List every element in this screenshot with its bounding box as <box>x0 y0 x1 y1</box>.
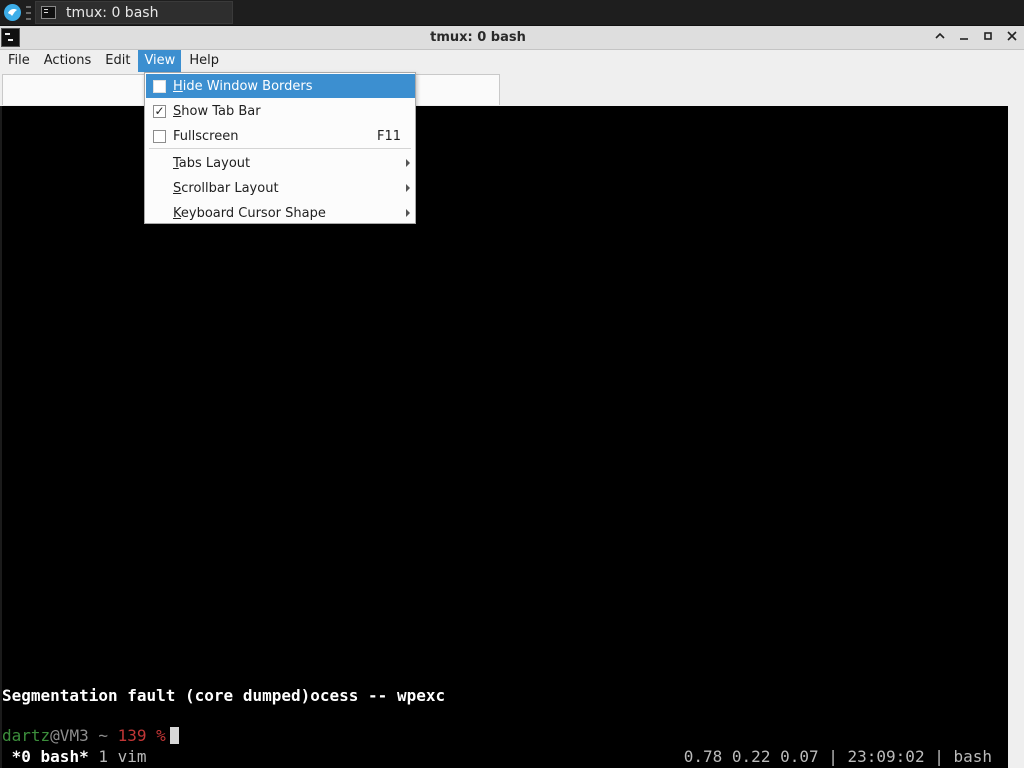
close-icon <box>1007 31 1017 41</box>
shortcut-label: F11 <box>376 128 401 144</box>
mnemonic: K <box>173 205 181 221</box>
menu-item-text: crollbar Layout <box>181 180 279 196</box>
menu-item-text: ide Window Borders <box>182 78 313 94</box>
app-launcher-icon[interactable] <box>4 4 21 21</box>
menu-item-hide-window-borders[interactable]: Hide Window Borders <box>146 74 415 98</box>
launcher-bird-icon <box>8 9 17 16</box>
menu-item-fullscreen[interactable]: Fullscreen F11 <box>146 124 415 148</box>
window-controls <box>932 28 1020 48</box>
menu-file[interactable]: File <box>2 50 36 72</box>
tmux-status-right: 0.78 0.22 0.07 | 23:09:02 | bash <box>683 747 992 766</box>
menu-item-label: Show Tab Bar <box>173 104 261 119</box>
checkbox-checked-icon: ✓ <box>153 103 166 118</box>
menu-separator <box>149 148 411 149</box>
terminal-icon <box>41 6 56 19</box>
menu-help[interactable]: Help <box>183 50 225 72</box>
taskbar-grip-icon <box>26 6 31 20</box>
taskbar-item-terminal[interactable]: tmux: 0 bash <box>35 1 233 24</box>
window-titlebar[interactable]: tmux: 0 bash <box>0 26 1024 50</box>
keep-above-button[interactable] <box>932 30 948 46</box>
maximize-button[interactable] <box>980 30 996 46</box>
close-button[interactable] <box>1004 30 1020 46</box>
terminal-output-line: Segmentation fault (core dumped)ocess --… <box>2 686 446 705</box>
menu-view[interactable]: View <box>138 50 182 72</box>
prompt-user: dartz <box>2 726 51 745</box>
tmux-window-current[interactable]: *0 bash* <box>12 747 89 766</box>
chevron-up-icon <box>935 32 945 39</box>
menu-item-show-tab-bar[interactable]: ✓ Show Tab Bar <box>146 99 415 123</box>
prompt-host: @VM3 <box>50 726 89 745</box>
menu-item-scrollbar-layout[interactable]: Scrollbar Layout <box>146 176 415 200</box>
menu-item-keyboard-cursor-shape[interactable]: Keyboard Cursor Shape <box>146 201 415 225</box>
tmux-window-other[interactable]: 1 vim <box>89 747 146 766</box>
minimize-button[interactable] <box>956 30 972 46</box>
menu-edit[interactable]: Edit <box>99 50 136 72</box>
menu-item-text: abs Layout <box>178 155 251 171</box>
prompt-exit-code: 139 <box>117 726 147 745</box>
tmux-status-left: *0 bash* 1 vim <box>2 747 147 767</box>
menu-item-tabs-layout[interactable]: Tabs Layout <box>146 151 415 175</box>
checkbox-icon <box>153 79 166 93</box>
menu-item-label: Scrollbar Layout <box>173 181 279 196</box>
system-taskbar: tmux: 0 bash <box>0 0 1024 26</box>
menu-item-text: how Tab Bar <box>181 103 261 119</box>
menu-item-text: eyboard Cursor Shape <box>180 205 326 221</box>
checkbox-icon <box>153 129 166 143</box>
prompt-cwd: ~ <box>88 726 118 745</box>
menubar: File Actions Edit View Help <box>0 50 1024 72</box>
taskbar-item-label: tmux: 0 bash <box>66 4 159 21</box>
maximize-icon <box>984 32 992 40</box>
submenu-arrow-icon <box>406 184 410 192</box>
menu-actions[interactable]: Actions <box>38 50 98 72</box>
menu-item-label: Hide Window Borders <box>173 79 313 94</box>
minimize-icon <box>960 38 968 40</box>
menu-item-label: Tabs Layout <box>173 156 250 171</box>
window-title: tmux: 0 bash <box>430 30 526 45</box>
submenu-arrow-icon <box>406 209 410 217</box>
shell-prompt: dartz@VM3 ~ 139 % <box>2 726 179 746</box>
terminal-scrollbar[interactable] <box>1008 106 1024 768</box>
menu-item-label: Fullscreen <box>173 128 239 144</box>
prompt-symbol: % <box>146 726 166 745</box>
terminal-cursor <box>169 727 179 744</box>
mnemonic: H <box>173 78 183 94</box>
view-menu-dropdown: Hide Window Borders ✓ Show Tab Bar Fulls… <box>144 72 416 224</box>
submenu-arrow-icon <box>406 159 410 167</box>
menu-item-label: Keyboard Cursor Shape <box>173 206 326 221</box>
